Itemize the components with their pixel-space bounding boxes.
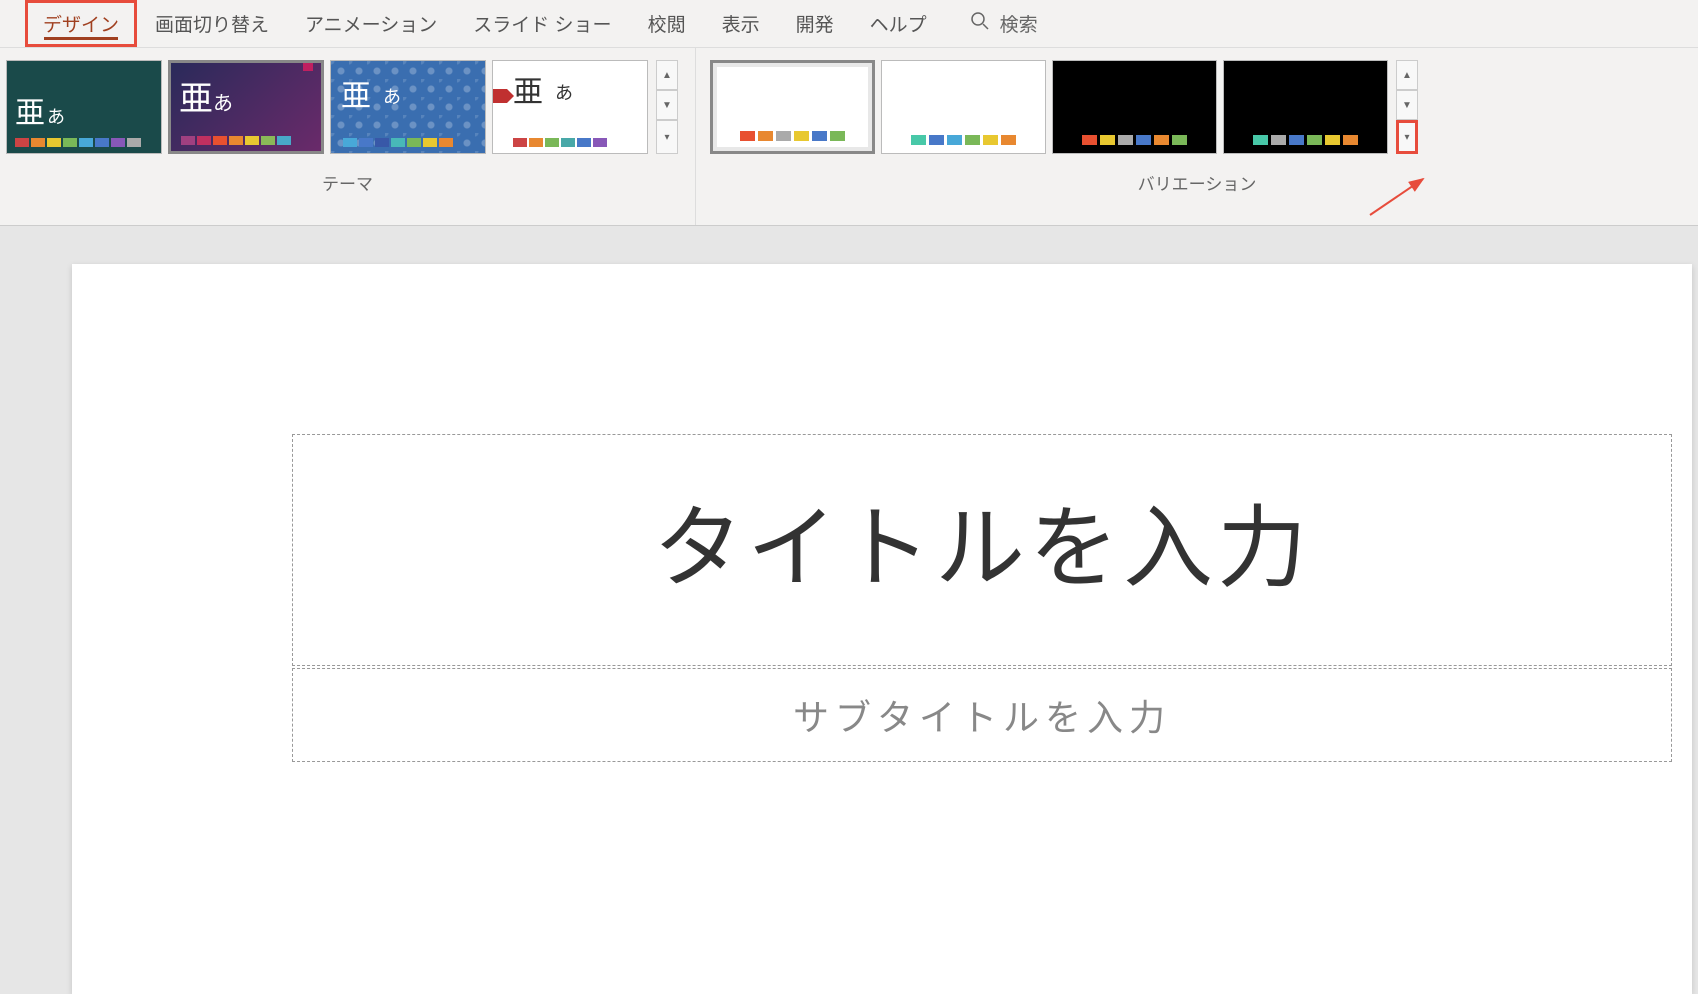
variation-gallery: ▲ ▼ ▾: [696, 56, 1698, 158]
tab-help[interactable]: ヘルプ: [852, 0, 945, 47]
title-text: タイトルを入力: [333, 475, 1631, 605]
variation-color-row: [1082, 135, 1187, 145]
tab-transitions[interactable]: 画面切り替え: [137, 0, 287, 47]
variation-color-row: [740, 131, 845, 141]
theme-sample-text: 亜: [15, 88, 45, 132]
slide-canvas[interactable]: タイトルを入力 サブタイトルを入力: [72, 264, 1692, 994]
theme-more-button[interactable]: ▾: [656, 120, 678, 154]
theme-sample-sub: あ: [47, 103, 65, 129]
theme-sample-sub: あ: [555, 79, 573, 105]
more-icon: ▾: [1404, 132, 1409, 143]
theme-sample-text: 亜: [513, 67, 543, 111]
tab-view[interactable]: 表示: [704, 0, 778, 47]
variation-spinner: ▲ ▼ ▾: [1396, 60, 1418, 154]
variation-scroll-down[interactable]: ▼: [1396, 90, 1418, 120]
theme-item-3[interactable]: 亜 あ: [330, 60, 486, 154]
more-icon: ▾: [664, 132, 669, 143]
ribbon-tabs: デザイン 画面切り替え アニメーション スライド ショー 校閲 表示 開発 ヘル…: [0, 0, 1698, 48]
theme-red-tab: [492, 89, 507, 103]
chevron-up-icon: ▲: [662, 70, 672, 81]
theme-gallery: 亜 あ 亜 あ 亜 あ: [0, 56, 695, 158]
variation-item-2[interactable]: [881, 60, 1046, 154]
chevron-down-icon: ▼: [1402, 100, 1412, 111]
ribbon-content: 亜 あ 亜 あ 亜 あ: [0, 48, 1698, 226]
theme-sample-sub: あ: [213, 87, 233, 116]
variation-color-row: [911, 135, 1016, 145]
theme-color-row: [513, 138, 607, 147]
tab-design[interactable]: デザイン: [25, 0, 137, 47]
theme-color-row: [343, 138, 453, 147]
tab-developer[interactable]: 開発: [778, 0, 852, 47]
variation-item-3[interactable]: [1052, 60, 1217, 154]
search-box[interactable]: 検索: [970, 10, 1038, 37]
variation-color-row: [1253, 135, 1358, 145]
tab-slideshow[interactable]: スライド ショー: [455, 0, 629, 47]
chevron-down-icon: ▼: [662, 100, 672, 111]
chevron-up-icon: ▲: [1402, 70, 1412, 81]
variations-group-label: バリエーション: [696, 158, 1698, 199]
theme-item-4[interactable]: 亜 あ: [492, 60, 648, 154]
variation-item-1[interactable]: [710, 60, 875, 154]
themes-group-label: テーマ: [0, 158, 695, 199]
tab-review[interactable]: 校閲: [630, 0, 704, 47]
theme-corner-accent: [303, 63, 313, 71]
subtitle-text: サブタイトルを入力: [333, 689, 1631, 741]
theme-color-row: [15, 138, 153, 147]
subtitle-placeholder[interactable]: サブタイトルを入力: [292, 668, 1672, 762]
theme-sample-text: 亜: [341, 71, 371, 115]
theme-scroll-up[interactable]: ▲: [656, 60, 678, 90]
tab-animations[interactable]: アニメーション: [287, 0, 455, 47]
theme-item-1[interactable]: 亜 あ: [6, 60, 162, 154]
slide-area: タイトルを入力 サブタイトルを入力: [0, 226, 1698, 984]
theme-sample-text: 亜: [179, 71, 213, 120]
search-placeholder: 検索: [1000, 10, 1038, 37]
theme-color-row: [181, 136, 291, 145]
theme-spinner: ▲ ▼ ▾: [656, 60, 678, 154]
variation-item-4[interactable]: [1223, 60, 1388, 154]
variation-scroll-up[interactable]: ▲: [1396, 60, 1418, 90]
title-placeholder[interactable]: タイトルを入力: [292, 434, 1672, 666]
variation-more-button[interactable]: ▾: [1396, 120, 1418, 154]
theme-sample-sub: あ: [383, 83, 401, 109]
search-icon: [970, 11, 990, 37]
theme-scroll-down[interactable]: ▼: [656, 90, 678, 120]
theme-item-2[interactable]: 亜 あ: [168, 60, 324, 154]
variations-group: ▲ ▼ ▾ バリエーション: [696, 48, 1698, 225]
themes-group: 亜 あ 亜 あ 亜 あ: [0, 48, 696, 225]
